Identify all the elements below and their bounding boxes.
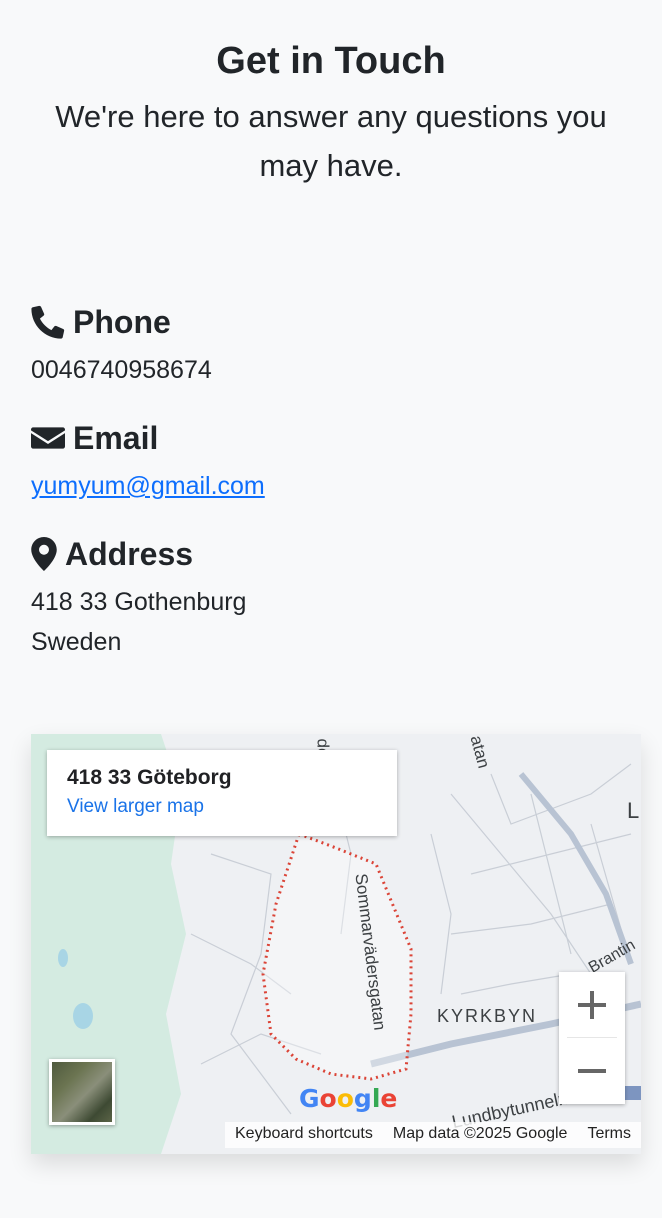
address-heading: Address	[31, 532, 631, 576]
zoom-in-button[interactable]	[559, 972, 625, 1038]
map-info-card: 418 33 Göteborg View larger map	[47, 750, 397, 836]
phone-icon	[31, 305, 65, 339]
map-place-name: 418 33 Göteborg	[67, 766, 232, 789]
email-label: Email	[73, 419, 159, 456]
contact-details: Phone 0046740958674 Email yumyum@gmail.c…	[31, 300, 631, 688]
map-attribution-bar: Keyboard shortcuts Map data ©2025 Google…	[225, 1122, 641, 1148]
map-label-edge: L	[627, 798, 640, 823]
district-label: KYRKBYN	[437, 1006, 538, 1026]
phone-section: Phone 0046740958674	[31, 300, 631, 390]
phone-heading: Phone	[31, 300, 631, 344]
zoom-out-button[interactable]	[559, 1038, 625, 1104]
page-subtitle: We're here to answer any questions you m…	[55, 99, 607, 183]
zoom-controls	[559, 972, 625, 1104]
contact-header: Get in Touch We're here to answer any qu…	[0, 0, 662, 190]
address-label: Address	[65, 535, 194, 572]
embedded-map[interactable]: de atan L Sommarvädersgatan KYRKBYN Lund…	[31, 734, 641, 1154]
address-line-1: 418 33 Gothenburg	[31, 588, 247, 616]
lake-2	[73, 1003, 93, 1029]
zoom-separator	[567, 1037, 617, 1038]
view-larger-map-link[interactable]: View larger map	[67, 796, 377, 818]
envelope-icon	[31, 427, 65, 449]
address-line-2: Sweden	[31, 628, 122, 656]
email-heading: Email	[31, 416, 631, 460]
terms-link[interactable]: Terms	[577, 1122, 641, 1148]
phone-label: Phone	[73, 303, 171, 340]
address-section: Address 418 33 Gothenburg Sweden	[31, 532, 631, 662]
satellite-toggle[interactable]	[49, 1059, 115, 1125]
email-section: Email yumyum@gmail.com	[31, 416, 631, 506]
keyboard-shortcuts-link[interactable]: Keyboard shortcuts	[225, 1122, 383, 1148]
phone-number: 0046740958674	[31, 356, 212, 384]
page-title: Get in Touch	[216, 40, 446, 82]
email-link[interactable]: yumyum@gmail.com	[31, 466, 631, 506]
minus-icon	[578, 1069, 606, 1073]
address-value: 418 33 Gothenburg Sweden	[31, 582, 631, 662]
google-logo: Google	[299, 1084, 398, 1113]
lake-1	[58, 949, 68, 967]
map-data-text: Map data ©2025 Google	[392, 1125, 568, 1142]
map-marker-icon	[31, 537, 57, 571]
plus-icon	[578, 991, 606, 1019]
